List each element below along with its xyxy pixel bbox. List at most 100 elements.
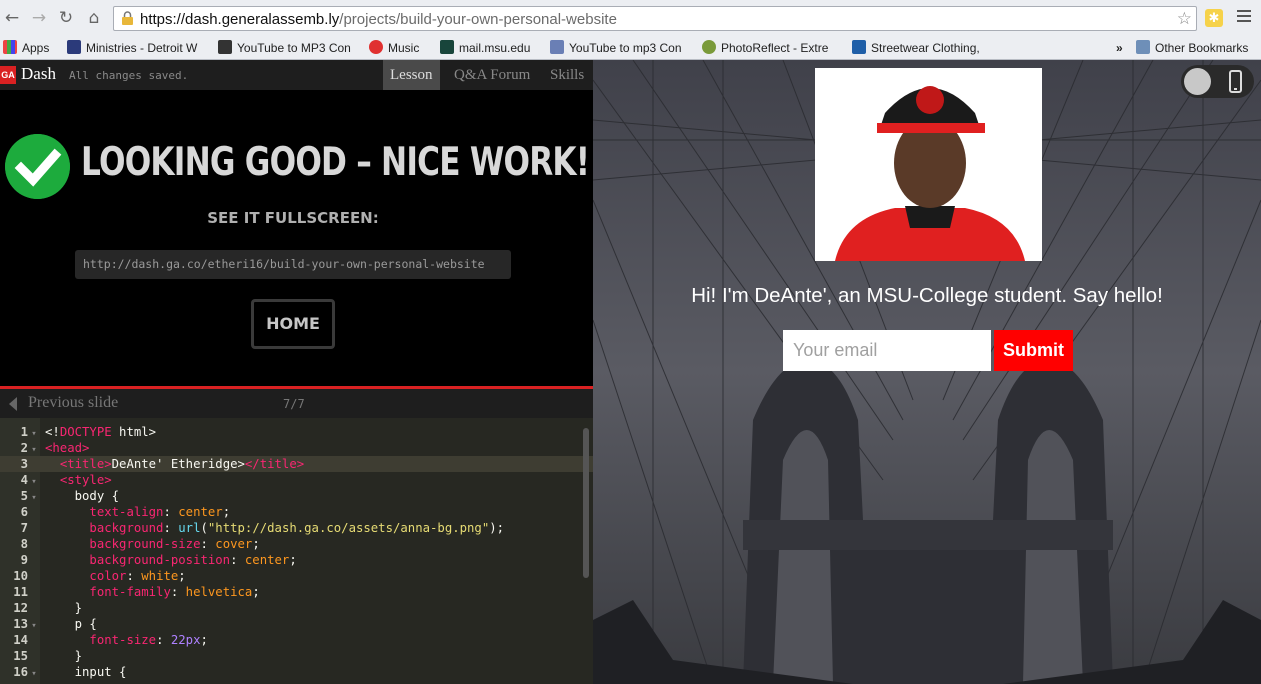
folder-icon — [1136, 40, 1150, 54]
lock-warning-icon — [122, 11, 133, 25]
youtube-mp3-icon — [550, 40, 564, 54]
success-headline: LOOKING GOOD – NICE WORK! — [81, 140, 590, 185]
code-line[interactable]: 9 background-position: center; — [0, 552, 593, 568]
code-line[interactable]: 10 color: white; — [0, 568, 593, 584]
other-bookmarks[interactable]: Other Bookmarks — [1136, 40, 1248, 56]
code-line[interactable]: 1 ▾ <!DOCTYPE html> — [0, 424, 593, 440]
save-status: All changes saved. — [69, 69, 189, 82]
code-text: text-align: center; — [89, 505, 231, 519]
bookmark-msu-mail[interactable]: mail.msu.edu — [440, 40, 530, 56]
code-line[interactable]: 13 ▾ p { — [0, 616, 593, 632]
bookmarks-overflow-icon[interactable]: » — [1116, 40, 1123, 56]
code-text: } — [45, 601, 83, 615]
forward-icon[interactable]: → — [29, 8, 49, 28]
line-number: 1 — [20, 425, 28, 439]
photoreflect-icon — [702, 40, 716, 54]
menu-icon[interactable] — [1237, 10, 1251, 26]
slide-navigation: Previous slide 7/7 — [0, 389, 593, 418]
code-line[interactable]: 11 font-family: helvetica; — [0, 584, 593, 600]
youtube-mp3-icon — [218, 40, 232, 54]
line-number: 3 — [20, 457, 28, 471]
checkmark-icon — [5, 134, 70, 199]
slide-counter: 7/7 — [283, 397, 305, 411]
line-number: 11 — [13, 585, 28, 599]
line-number: 9 — [20, 553, 28, 567]
email-input[interactable] — [783, 330, 991, 371]
bookmark-youtube-mp3-2[interactable]: YouTube to mp3 Con — [550, 40, 685, 56]
bookmark-star-icon[interactable]: ☆ — [1177, 9, 1192, 29]
code-text: <style> — [59, 473, 112, 487]
code-text: <title>DeAnte' Etheridge></title> — [59, 457, 305, 471]
code-text: background-position: center; — [89, 553, 297, 567]
apps-grid-icon — [3, 40, 17, 54]
dash-lesson-panel: GA Dash All changes saved. Lesson Q&A Fo… — [0, 60, 593, 684]
streetwear-icon — [852, 40, 866, 54]
home-button[interactable]: HOME — [251, 299, 335, 349]
tab-lesson[interactable]: Lesson — [383, 60, 440, 90]
previous-slide-button[interactable]: Previous slide — [28, 394, 118, 412]
code-line[interactable]: 14 font-size: 22px; — [0, 632, 593, 648]
greeting-text: Hi! I'm DeAnte', an MSU-College student.… — [691, 284, 1163, 307]
app-title: Dash — [21, 64, 56, 83]
code-text: background: url("http://dash.ga.co/asset… — [89, 521, 505, 535]
code-editor[interactable]: 1 ▾ <!DOCTYPE html> 2 ▾ <head> 3 <title>DeAnte… — [0, 418, 593, 684]
device-toggle[interactable] — [1181, 65, 1254, 98]
code-line[interactable]: 3 <title>DeAnte' Etheridge></title> — [0, 456, 593, 472]
line-number: 10 — [13, 569, 28, 583]
msu-icon — [440, 40, 454, 54]
ga-logo[interactable]: GA — [0, 66, 16, 84]
website-preview: Hi! I'm DeAnte', an MSU-College student.… — [593, 60, 1261, 684]
bookmark-photoreflect[interactable]: PhotoReflect - Extre — [702, 40, 837, 56]
code-text: font-family: helvetica; — [89, 585, 260, 599]
ministries-icon — [67, 40, 81, 54]
line-number: 16 — [13, 665, 28, 679]
home-icon[interactable]: ⌂ — [84, 8, 104, 28]
bookmark-youtube-mp3[interactable]: YouTube to MP3 Con — [218, 40, 353, 56]
tab-skills[interactable]: Skills — [543, 60, 591, 90]
code-line[interactable]: 15 } — [0, 648, 593, 664]
bookmarks-bar: Apps Ministries - Detroit W YouTube to M… — [0, 36, 1261, 60]
code-line[interactable]: 6 text-align: center; — [0, 504, 593, 520]
previous-arrow-icon[interactable] — [9, 397, 17, 411]
fullscreen-url[interactable]: http://dash.ga.co/etheri16/build-your-ow… — [75, 250, 511, 279]
reload-icon[interactable]: ↻ — [56, 8, 76, 28]
code-text: p { — [45, 617, 97, 631]
code-text: } — [45, 649, 83, 663]
browser-toolbar: ← → ↻ ⌂ https://dash.generalassemb.ly/pr… — [0, 0, 1261, 36]
editor-scrollbar[interactable] — [583, 428, 589, 578]
code-line[interactable]: 7 background: url("http://dash.ga.co/ass… — [0, 520, 593, 536]
profile-photo-image — [815, 68, 1042, 261]
address-bar[interactable]: https://dash.generalassemb.ly/projects/b… — [113, 6, 1197, 31]
code-line[interactable]: 2 ▾ <head> — [0, 440, 593, 456]
submit-button[interactable]: Submit — [994, 330, 1073, 371]
tab-qa-forum[interactable]: Q&A Forum — [447, 60, 537, 90]
code-text: input { — [45, 665, 127, 679]
dash-header: GA Dash All changes saved. Lesson Q&A Fo… — [0, 60, 593, 90]
profile-photo — [815, 68, 1042, 261]
fold-arrow-icon[interactable]: ▾ — [28, 666, 40, 682]
code-line[interactable]: 4 ▾ <style> — [0, 472, 593, 488]
code-line[interactable]: 16 ▾ input { — [0, 664, 593, 680]
code-line[interactable]: 8 background-size: cover; — [0, 536, 593, 552]
bookmark-music[interactable]: Music — [369, 40, 419, 56]
browser-chrome: ← → ↻ ⌂ https://dash.generalassemb.ly/pr… — [0, 0, 1261, 60]
code-text: <!DOCTYPE html> — [45, 425, 157, 439]
code-line[interactable]: 5 ▾ body { — [0, 488, 593, 504]
bookmark-apps[interactable]: Apps — [3, 40, 49, 56]
line-number: 12 — [13, 601, 28, 615]
mobile-phone-icon[interactable] — [1229, 70, 1242, 93]
line-number: 5 — [20, 489, 28, 503]
toggle-knob[interactable] — [1184, 68, 1211, 95]
code-text: font-size: 22px; — [89, 633, 208, 647]
line-number: 4 — [20, 473, 28, 487]
code-line[interactable]: 12 } — [0, 600, 593, 616]
line-number: 14 — [13, 633, 28, 647]
code-text: color: white; — [89, 569, 186, 583]
line-number: 2 — [20, 441, 28, 455]
bookmark-ministries[interactable]: Ministries - Detroit W — [67, 40, 202, 56]
bookmark-streetwear[interactable]: Streetwear Clothing, — [852, 40, 986, 56]
code-text: body { — [45, 489, 120, 503]
extension-icon[interactable]: ✱ — [1205, 9, 1223, 27]
line-number: 6 — [20, 505, 28, 519]
back-icon[interactable]: ← — [2, 8, 22, 28]
